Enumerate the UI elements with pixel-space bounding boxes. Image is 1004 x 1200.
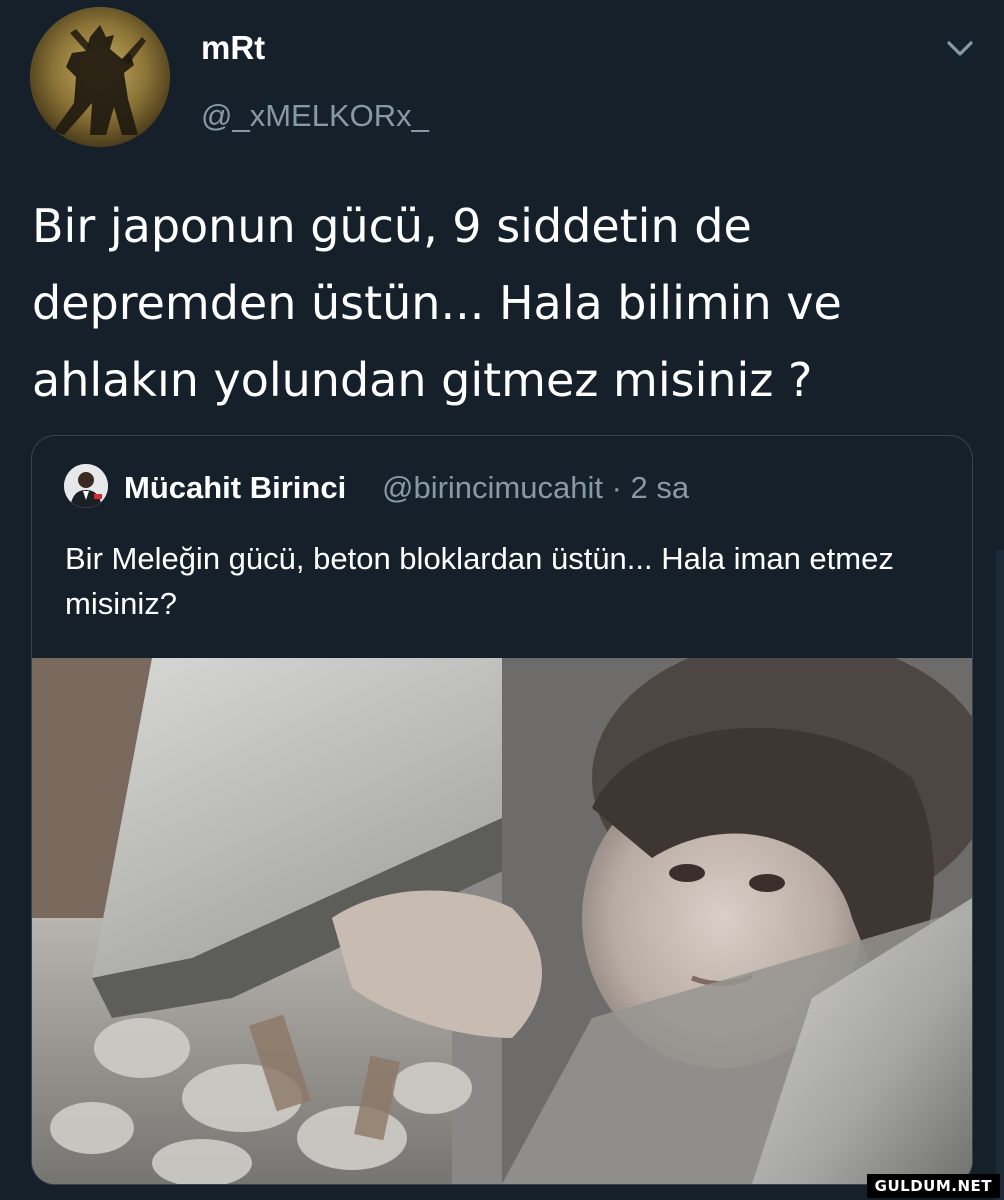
quoted-author-handle: @birincimucahit xyxy=(382,470,603,505)
quoted-tweet-card[interactable]: Mücahit Birinci @birincimucahit · 2 sa B… xyxy=(31,435,973,1185)
quoted-author-avatar[interactable] xyxy=(64,464,108,508)
scrollbar[interactable] xyxy=(996,550,1004,1200)
tweet-view: mRt @_xMELKORx_ Bir japonun gücü, 9 sidd… xyxy=(0,0,1004,1200)
author-avatar[interactable] xyxy=(30,7,170,147)
quoted-author-display-name: Mücahit Birinci xyxy=(124,470,347,505)
author-display-name[interactable]: mRt xyxy=(201,28,265,68)
watermark: GULDUM.NET xyxy=(866,1174,1000,1198)
quoted-tweet-text: Bir Meleğin gücü, beton bloklardan üstün… xyxy=(65,541,894,621)
author-handle[interactable]: @_xMELKORx_ xyxy=(201,96,429,136)
warrior-avatar-icon xyxy=(30,7,170,147)
rubble-photo-image xyxy=(32,658,972,1184)
quoted-tweet-time: · 2 sa xyxy=(611,470,690,505)
quoted-author-meta: @birincimucahit · 2 sa xyxy=(382,468,689,508)
tweet-text: Bir japonun gücü, 9 siddetin de depremde… xyxy=(32,199,842,407)
person-avatar-icon xyxy=(64,464,108,508)
chevron-down-icon[interactable] xyxy=(940,28,980,68)
quoted-tweet-photo[interactable] xyxy=(32,658,972,1184)
